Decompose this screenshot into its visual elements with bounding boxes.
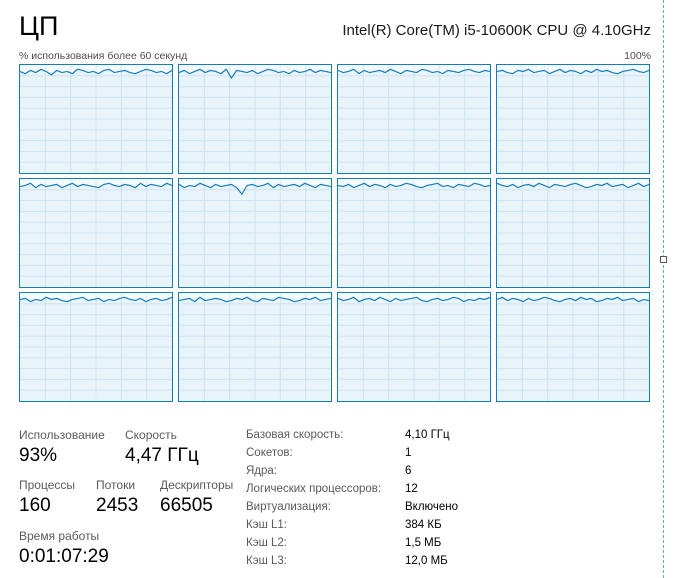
stat-uptime: Время работы 0:01:07:29: [19, 529, 109, 568]
stat-usage: Использование 93%: [19, 428, 105, 467]
stat-handles-label: Дескрипторы: [160, 478, 234, 492]
usage-area: [497, 183, 649, 287]
stat-handles-value: 66505: [160, 495, 213, 516]
usage-area: [338, 69, 490, 173]
spec-value: 6: [405, 465, 412, 477]
spec-value: 4,10 ГГц: [405, 429, 450, 441]
stat-speed-label: Скорость: [125, 428, 177, 442]
core-usage-chart: [338, 179, 490, 287]
spec-value: 1,5 МБ: [405, 537, 442, 549]
usage-area: [179, 297, 331, 401]
usage-area: [179, 183, 331, 287]
spec-key: Логических процессоров:: [246, 483, 382, 495]
stat-speed: Скорость 4,47 ГГц: [125, 428, 199, 467]
stat-usage-value: 93%: [19, 445, 58, 466]
core-graph-11: [496, 292, 650, 402]
stat-processes-value: 160: [19, 495, 51, 516]
core-graph-9: [178, 292, 332, 402]
core-usage-chart: [179, 179, 331, 287]
core-usage-chart: [338, 293, 490, 401]
core-graph-7: [496, 178, 650, 288]
stat-threads: Потоки 2453: [96, 478, 138, 517]
core-graph-3: [496, 64, 650, 174]
spec-value: 12,0 МБ: [405, 555, 448, 567]
core-usage-chart: [179, 65, 331, 173]
core-graph-0: [19, 64, 173, 174]
spec-value: 12: [405, 483, 418, 495]
core-usage-chart: [20, 293, 172, 401]
core-usage-chart: [497, 293, 649, 401]
page-title: ЦП: [19, 11, 59, 41]
core-usage-chart: [20, 65, 172, 173]
core-graph-4: [19, 178, 173, 288]
stat-processes: Процессы 160: [19, 478, 75, 517]
stat-handles: Дескрипторы 66505: [160, 478, 233, 517]
stat-usage-label: Использование: [19, 428, 105, 442]
core-graph-6: [337, 178, 491, 288]
spec-value: 1: [405, 447, 412, 459]
pane-divider[interactable]: [663, 0, 664, 578]
core-usage-chart: [338, 65, 490, 173]
spec-key: Ядра:: [246, 465, 278, 477]
core-usage-chart: [179, 293, 331, 401]
spec-key: Базовая скорость:: [246, 429, 344, 441]
core-usage-chart: [497, 65, 649, 173]
core-graph-2: [337, 64, 491, 174]
core-usage-chart: [497, 179, 649, 287]
core-graph-1: [178, 64, 332, 174]
usage-area: [338, 297, 490, 401]
cpu-model-name: Intel(R) Core(TM) i5-10600K CPU @ 4.10GH…: [342, 22, 651, 39]
stat-uptime-label: Время работы: [19, 529, 100, 543]
usage-area: [497, 69, 649, 173]
stat-threads-value: 2453: [96, 495, 139, 516]
stat-speed-value: 4,47 ГГц: [125, 445, 199, 466]
usage-area: [497, 297, 649, 401]
spec-key: Кэш L3:: [246, 555, 287, 567]
spec-value: Включено: [405, 501, 459, 513]
usage-area: [20, 69, 172, 173]
spec-key: Кэш L2:: [246, 537, 287, 549]
spec-key: Сокетов:: [246, 447, 293, 459]
usage-area: [20, 297, 172, 401]
core-usage-chart: [20, 179, 172, 287]
core-graph-8: [19, 292, 173, 402]
core-graph-10: [337, 292, 491, 402]
core-graphs-grid: [19, 64, 651, 402]
axis-label-max: 100%: [624, 50, 651, 62]
usage-area: [20, 183, 172, 287]
spec-key: Виртуализация:: [246, 501, 331, 513]
spec-value: 384 КБ: [405, 519, 442, 531]
stat-processes-label: Процессы: [19, 478, 76, 492]
resize-handle[interactable]: [660, 256, 667, 263]
usage-area: [338, 183, 490, 287]
stat-uptime-value: 0:01:07:29: [19, 546, 109, 567]
axis-label-usage: % использования более 60 секунд: [19, 50, 188, 62]
core-graph-5: [178, 178, 332, 288]
spec-key: Кэш L1:: [246, 519, 287, 531]
stat-threads-label: Потоки: [96, 478, 136, 492]
usage-area: [179, 69, 331, 173]
